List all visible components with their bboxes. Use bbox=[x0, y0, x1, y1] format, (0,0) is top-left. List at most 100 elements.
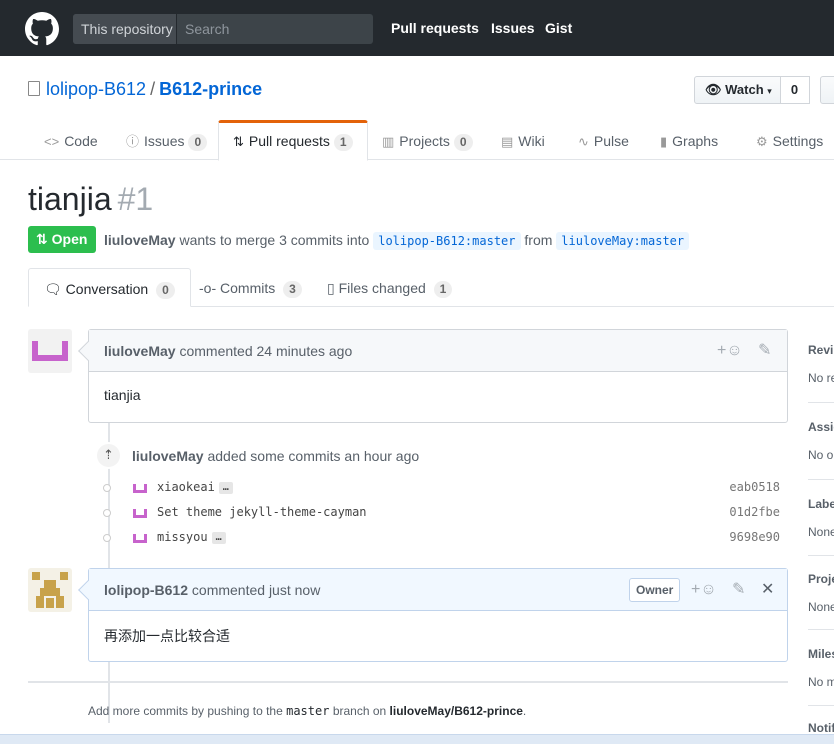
projects-counter: 0 bbox=[453, 134, 473, 151]
tab-pulse-label: Pulse bbox=[593, 133, 629, 149]
global-header: This repository Pull requests Issues Gis… bbox=[0, 0, 834, 56]
hint-middle: branch on bbox=[332, 704, 387, 718]
tab-conversation[interactable]: 🗨 Conversation 0 bbox=[28, 268, 191, 307]
avatar[interactable] bbox=[28, 568, 72, 612]
sidebar-notifications[interactable]: Notif bbox=[808, 721, 834, 735]
commits-event-author-link[interactable]: liuloveMay bbox=[132, 448, 204, 464]
pr-state-badge: ⇅ Open bbox=[28, 226, 96, 253]
tab-wiki[interactable]: ▤ Wiki bbox=[501, 120, 545, 160]
search-input[interactable] bbox=[177, 14, 373, 44]
diff-icon: ▯ bbox=[327, 280, 335, 296]
close-icon[interactable]: ✕ bbox=[761, 569, 774, 611]
base-ref[interactable]: lolipop-B612:master bbox=[373, 232, 521, 250]
sidebar-divider bbox=[808, 479, 834, 480]
sidebar-value: No m bbox=[808, 675, 834, 689]
avatar[interactable] bbox=[132, 531, 148, 545]
avatar[interactable] bbox=[132, 506, 148, 520]
commit-message-link[interactable]: Set theme jekyll-theme-cayman bbox=[157, 505, 367, 519]
sidebar-divider bbox=[808, 629, 834, 630]
issue-opened-icon: ⓘ bbox=[126, 134, 140, 149]
sidebar-divider bbox=[808, 555, 834, 556]
tab-pull-requests[interactable]: ⇅ Pull requests 1 bbox=[218, 120, 368, 161]
sidebar-value: None bbox=[808, 525, 834, 539]
commit-sha-link[interactable]: eab0518 bbox=[729, 480, 780, 494]
owner-badge: Owner bbox=[629, 578, 681, 602]
expand-commit-button[interactable]: … bbox=[211, 532, 226, 544]
git-pull-request-icon: ⇅ bbox=[233, 134, 244, 149]
comment-timestamp[interactable]: commented just now bbox=[192, 582, 320, 598]
tab-files-changed[interactable]: ▯ Files changed 1 bbox=[312, 268, 467, 307]
pulse-icon: ∿ bbox=[578, 134, 589, 149]
commit-message-link[interactable]: missyou… bbox=[157, 530, 226, 544]
pr-author-link[interactable]: liuloveMay bbox=[104, 232, 176, 248]
commits-event-text: added some commits an hour ago bbox=[207, 448, 420, 464]
watch-count[interactable]: 0 bbox=[780, 76, 810, 104]
sidebar-reviewers[interactable]: Revi No re bbox=[808, 343, 834, 385]
tab-commits[interactable]: -o- Commits 3 bbox=[184, 268, 317, 307]
hint-branch: master bbox=[286, 704, 330, 718]
comment-author-link[interactable]: lolipop-B612 bbox=[104, 582, 188, 598]
sidebar-projects[interactable]: Proje None bbox=[808, 572, 834, 614]
tab-settings-label: Settings bbox=[772, 133, 824, 149]
commits-event-header: liuloveMay added some commits an hour ag… bbox=[132, 448, 419, 464]
pencil-icon[interactable]: ✎ bbox=[732, 569, 745, 611]
chevron-down-icon: ▾ bbox=[767, 86, 772, 96]
star-button[interactable] bbox=[820, 76, 834, 104]
tab-projects[interactable]: ▥ Projects 0 bbox=[382, 120, 473, 160]
sidebar-labels[interactable]: Labe None bbox=[808, 497, 834, 539]
pr-title-text: tianjia bbox=[28, 181, 112, 217]
pr-state-label: Open bbox=[51, 231, 88, 247]
comment-liuloveMay: liuloveMay commented 24 minutes ago +☺ ✎… bbox=[78, 329, 788, 423]
watch-button[interactable]: 👁 Watch ▾ bbox=[694, 76, 781, 104]
head-ref[interactable]: liuloveMay:master bbox=[556, 232, 690, 250]
add-reaction-icon[interactable]: +☺ bbox=[691, 569, 717, 611]
tab-settings[interactable]: ⚙ Settings bbox=[756, 120, 823, 160]
repo-owner-link[interactable]: lolipop-B612 bbox=[46, 79, 146, 99]
avatar[interactable] bbox=[28, 329, 72, 373]
repo-name-link[interactable]: B612-prince bbox=[159, 79, 262, 99]
sidebar-milestone[interactable]: Miles No m bbox=[808, 647, 834, 689]
code-icon: <> bbox=[44, 134, 60, 149]
tab-pulse[interactable]: ∿ Pulse bbox=[578, 120, 629, 160]
sidebar-divider bbox=[808, 402, 834, 403]
commits-counter: 3 bbox=[283, 281, 302, 298]
expand-commit-button[interactable]: … bbox=[218, 482, 233, 494]
repo-title: lolipop-B612/B612-prince bbox=[28, 79, 262, 100]
sidebar-heading: Labe bbox=[808, 497, 834, 511]
commit-row: missyou… 9698e90 bbox=[100, 529, 784, 549]
header-link-issues[interactable]: Issues bbox=[491, 20, 535, 36]
tab-graphs-label: Graphs bbox=[672, 133, 719, 149]
issues-counter: 0 bbox=[188, 134, 208, 151]
tab-commits-label: Commits bbox=[220, 280, 276, 296]
header-link-gist[interactable]: Gist bbox=[545, 20, 572, 36]
pr-number: #1 bbox=[117, 181, 154, 217]
comment-timestamp[interactable]: commented 24 minutes ago bbox=[179, 343, 352, 359]
watch-label: Watch bbox=[725, 82, 764, 97]
tab-graphs[interactable]: ▮ Graphs bbox=[660, 120, 718, 160]
commit-message-link[interactable]: xiaokeai… bbox=[157, 480, 233, 494]
add-reaction-icon[interactable]: +☺ bbox=[717, 330, 743, 372]
comment-owner: lolipop-B612 commented just now Owner +☺… bbox=[78, 568, 788, 662]
browser-status-bar bbox=[0, 734, 834, 744]
comment-body: tianjia bbox=[104, 387, 141, 403]
git-pull-request-icon: ⇅ bbox=[36, 231, 48, 247]
hint-repo-link[interactable]: liuloveMay/B612-prince bbox=[390, 704, 523, 718]
book-icon: ▤ bbox=[501, 134, 514, 149]
git-commit-icon: -o- bbox=[199, 280, 217, 296]
tab-files-label: Files changed bbox=[338, 280, 426, 296]
timeline-divider bbox=[28, 681, 788, 683]
pencil-icon[interactable]: ✎ bbox=[758, 330, 771, 372]
tab-code[interactable]: <> Code bbox=[44, 120, 98, 160]
avatar[interactable] bbox=[132, 481, 148, 495]
sidebar-assignees[interactable]: Assig No o bbox=[808, 420, 834, 462]
header-link-pull-requests[interactable]: Pull requests bbox=[391, 20, 479, 36]
tab-issues[interactable]: ⓘ Issues 0 bbox=[126, 120, 208, 160]
project-icon: ▥ bbox=[382, 134, 395, 149]
commit-dot-icon bbox=[103, 534, 111, 542]
sidebar-heading: Miles bbox=[808, 647, 834, 661]
commit-sha-link[interactable]: 9698e90 bbox=[729, 530, 780, 544]
github-logo-icon[interactable] bbox=[25, 12, 59, 46]
commit-sha-link[interactable]: 01d2fbe bbox=[729, 505, 780, 519]
sidebar-divider bbox=[808, 705, 834, 706]
comment-author-link[interactable]: liuloveMay bbox=[104, 343, 176, 359]
